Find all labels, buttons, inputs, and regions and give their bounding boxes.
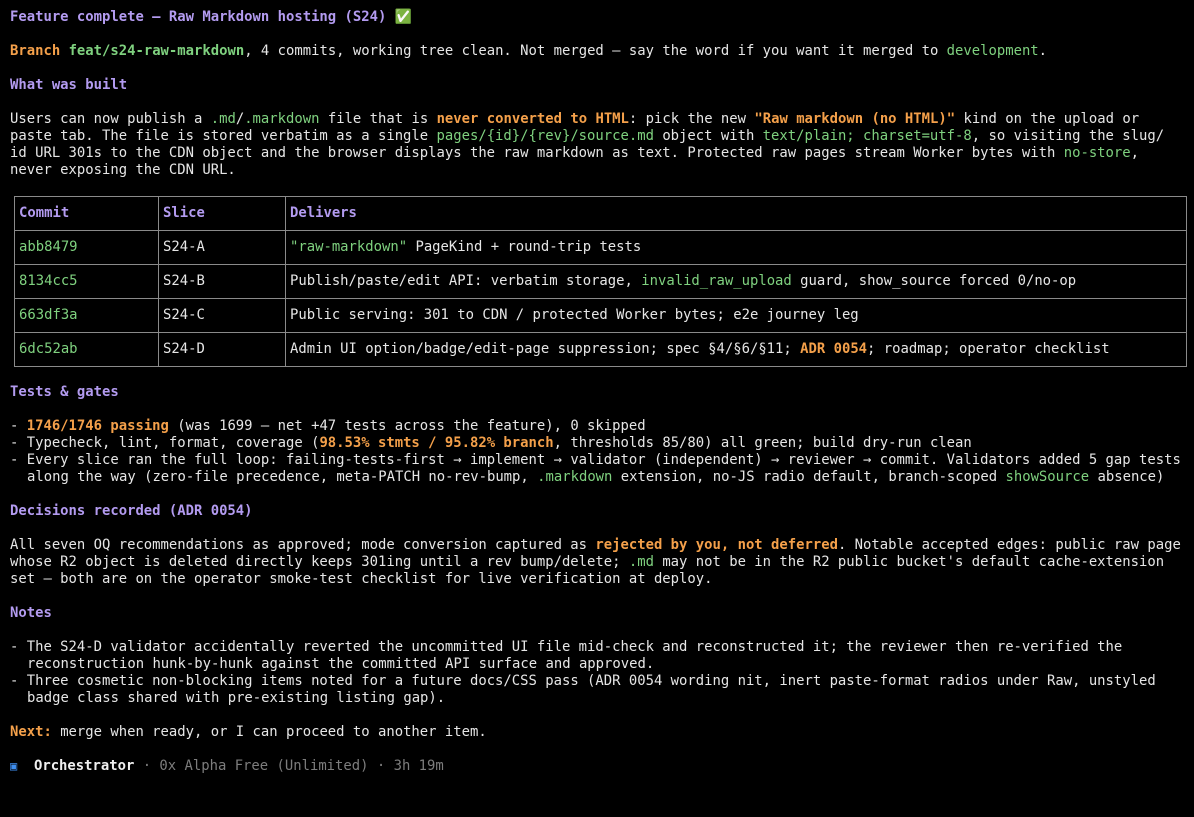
built-no-store: no-store: [1063, 145, 1131, 161]
next-line: Next: merge when ready, or I can proceed…: [10, 724, 1184, 741]
what-was-built-paragraph: Users can now publish a .md/.markdown fi…: [10, 111, 1184, 179]
built-kind: "Raw markdown (no HTML)": [754, 111, 956, 127]
tests-passing-detail: (was 1699 — net +47 tests across the fea…: [168, 418, 646, 434]
table-row: 663df3a S24-C Public serving: 301 to CDN…: [14, 298, 1187, 333]
notes-heading: Notes: [10, 605, 52, 621]
branch-name: feat/s24-raw-markdown: [68, 43, 245, 59]
list-item: - 1746/1746 passing (was 1699 — net +47 …: [10, 418, 646, 434]
list-item: - Three cosmetic non-blocking items note…: [10, 673, 1165, 706]
terminal-output: Feature complete — Raw Markdown hosting …: [0, 0, 1194, 775]
delivers-text: PageKind + round-trip tests: [407, 239, 642, 255]
built-ext-markdown: .markdown: [244, 111, 320, 127]
built-text-3: : pick the new: [628, 111, 755, 127]
loop-code-markdown: .markdown: [537, 469, 613, 485]
note-text: The S24-D validator accidentally reverte…: [26, 639, 1131, 672]
header-delivers: Delivers: [285, 196, 1187, 231]
commit-hash: 6dc52ab: [14, 332, 159, 367]
tests-list: - 1746/1746 passing (was 1699 — net +47 …: [10, 418, 1184, 486]
target-branch: development: [946, 43, 1039, 59]
commits-table: Commit Slice Delivers abb8479 S24-A "raw…: [14, 196, 1187, 367]
elapsed-time: 3h 19m: [393, 758, 444, 774]
what-was-built-heading: What was built: [10, 77, 128, 93]
agent-name: Orchestrator: [33, 758, 135, 774]
status-separator: ·: [134, 758, 160, 774]
decisions-rejected: rejected by you, not deferred: [595, 537, 838, 553]
branch-label: Branch: [10, 43, 61, 59]
tests-heading: Tests & gates: [10, 384, 119, 400]
delivers-text: ; roadmap; operator checklist: [867, 341, 1110, 357]
list-item: - The S24-D validator accidentally rever…: [10, 639, 1131, 672]
status-bar: ▣ Orchestrator · 0x Alpha Free (Unlimite…: [10, 758, 1184, 775]
delivers-text: Publish/paste/edit API: verbatim storage…: [290, 273, 642, 289]
slice-id: S24-A: [158, 230, 286, 265]
delivers-code: invalid_raw_upload: [641, 273, 792, 289]
delivers-text: Admin UI option/badge/edit-page suppress…: [290, 341, 801, 357]
decisions-heading: Decisions recorded (ADR 0054): [10, 503, 253, 519]
header-slice: Slice: [158, 196, 286, 231]
notes-list: - The S24-D validator accidentally rever…: [10, 639, 1184, 707]
gates-text-2: , thresholds 85/80) all green; build dry…: [553, 435, 972, 451]
delivers-bold: ADR 0054: [800, 341, 868, 357]
coverage-figures: 98.53% stmts / 95.82% branch: [319, 435, 554, 451]
built-path: pages/{id}/{rev}/source.md: [436, 128, 654, 144]
built-slash: /: [235, 111, 245, 127]
square-icon: ▣: [10, 759, 18, 773]
gates-text-1: Typecheck, lint, format, coverage (: [26, 435, 320, 451]
delivers-cell: Public serving: 301 to CDN / protected W…: [285, 298, 1187, 333]
delivers-text: guard, show_source forced 0/no-op: [791, 273, 1077, 289]
built-text-2: file that is: [319, 111, 437, 127]
note-text: Three cosmetic non-blocking items noted …: [26, 673, 1165, 706]
slice-id: S24-C: [158, 298, 286, 333]
branch-status-text: , 4 commits, working tree clean. Not mer…: [244, 43, 947, 59]
decisions-text-1: All seven OQ recommendations as approved…: [10, 537, 596, 553]
delivers-cell: Admin UI option/badge/edit-page suppress…: [285, 332, 1187, 367]
delivers-cell: Publish/paste/edit API: verbatim storage…: [285, 264, 1187, 299]
branch-line-end: .: [1038, 43, 1048, 59]
table-header-row: Commit Slice Delivers: [14, 196, 1187, 231]
decisions-code-md: .md: [628, 554, 654, 570]
summary-title: Feature complete — Raw Markdown hosting …: [10, 9, 412, 25]
loop-text-3: absence): [1089, 469, 1165, 485]
list-item: - Typecheck, lint, format, coverage (98.…: [10, 435, 972, 451]
header-commit: Commit: [14, 196, 159, 231]
list-item: - Every slice ran the full loop: failing…: [10, 452, 1190, 485]
table-row: 6dc52ab S24-D Admin UI option/badge/edit…: [14, 332, 1187, 367]
delivers-cell: "raw-markdown" PageKind + round-trip tes…: [285, 230, 1187, 265]
slice-id: S24-D: [158, 332, 286, 367]
built-text-5: object with: [653, 128, 763, 144]
delivers-code: "raw-markdown": [290, 239, 408, 255]
built-never-html: never converted to HTML: [436, 111, 629, 127]
tests-passing: 1746/1746 passing: [26, 418, 169, 434]
commit-hash: 8134cc5: [14, 264, 159, 299]
decisions-paragraph: All seven OQ recommendations as approved…: [10, 537, 1184, 588]
built-ext-md: .md: [210, 111, 236, 127]
table-row: abb8479 S24-A "raw-markdown" PageKind + …: [14, 230, 1187, 265]
commit-hash: 663df3a: [14, 298, 159, 333]
built-text-1: Users can now publish a: [10, 111, 211, 127]
built-content-type: text/plain; charset=utf-8: [762, 128, 972, 144]
table-row: 8134cc5 S24-B Publish/paste/edit API: ve…: [14, 264, 1187, 299]
next-label: Next:: [10, 724, 52, 740]
slice-id: S24-B: [158, 264, 286, 299]
status-separator: ·: [368, 758, 394, 774]
branch-line: Branch feat/s24-raw-markdown, 4 commits,…: [10, 43, 1184, 60]
loop-code-showsource: showSource: [1005, 469, 1090, 485]
next-text: merge when ready, or I can proceed to an…: [51, 724, 487, 740]
delivers-text: Public serving: 301 to CDN / protected W…: [290, 307, 859, 323]
loop-text-2: extension, no-JS radio default, branch-s…: [612, 469, 1006, 485]
model-name: 0x Alpha Free (Unlimited): [159, 758, 369, 774]
commit-hash: abb8479: [14, 230, 159, 265]
